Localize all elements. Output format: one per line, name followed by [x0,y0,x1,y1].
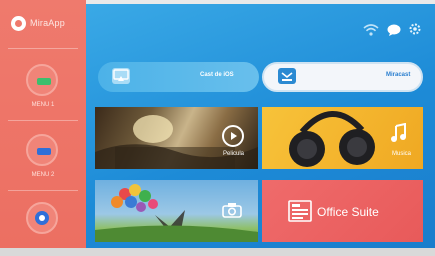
tv-screen: MiraApp MENU 1 MENU 2 Cast de iOS Miraca… [0,0,435,248]
settings-icon [26,202,58,234]
camera-icon [222,202,242,218]
music-note-icon [390,122,408,143]
green-pill-icon [26,64,58,96]
wifi-icon [363,23,379,36]
document-icon [288,200,312,222]
miracast-icon [278,68,296,84]
chat-bubble-icon[interactable] [387,23,401,36]
sidebar-item-menu-1[interactable]: MENU 1 [0,58,86,118]
tile-musica[interactable]: Musica [262,107,423,169]
logo-icon [11,16,26,31]
app-logo: MiraApp [0,0,86,48]
tile-pelicula[interactable]: Pelicula [95,107,258,169]
sidebar-item-settings[interactable] [0,196,86,256]
sidebar-item-label: MENU 1 [31,102,55,108]
play-icon [222,125,244,147]
screen-cast-icon [112,68,130,84]
sidebar-divider [8,190,78,191]
settings-icon[interactable] [409,22,421,36]
main-panel: Cast de iOS Miracast Pelicula Musica Off… [86,4,435,248]
sidebar: MiraApp MENU 1 MENU 2 [0,0,86,248]
tile-label: Office Suite [317,205,379,219]
blue-pill-icon [26,134,58,166]
tile-label: Pelicula [223,151,245,157]
tile-office-suite[interactable]: Office Suite [262,180,423,242]
status-bar [363,22,421,36]
logo-text: MiraApp [30,18,65,28]
cast-ios-label: Cast de iOS [200,72,234,78]
tile-photos[interactable] [95,180,258,242]
cast-ios-button[interactable]: Cast de iOS [98,62,259,92]
tile-label: Musica [392,151,412,157]
sidebar-divider [8,120,78,121]
sidebar-item-menu-2[interactable]: MENU 2 [0,128,86,188]
sidebar-item-label: MENU 2 [31,172,55,178]
sidebar-divider [8,48,78,49]
miracast-button[interactable]: Miracast [262,62,423,92]
miracast-label: Miracast [386,72,411,78]
